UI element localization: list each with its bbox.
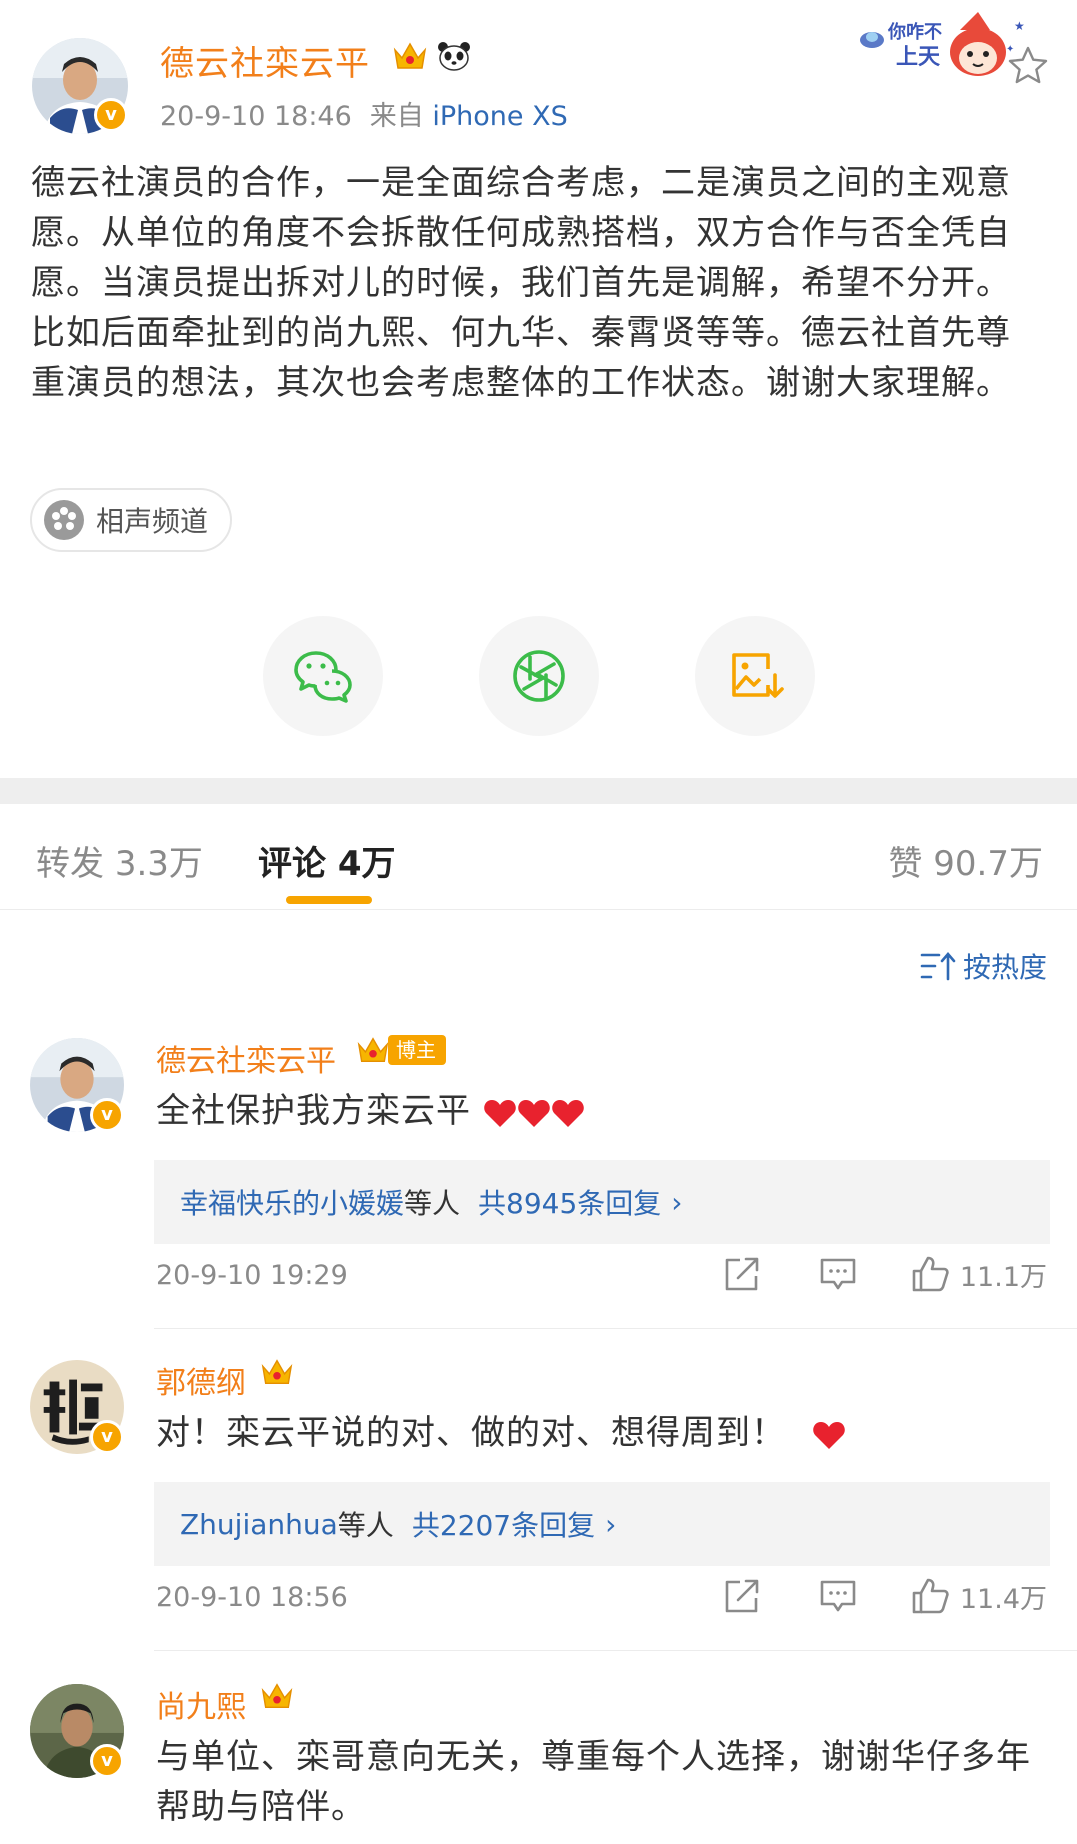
interaction-tabs: 转发 3.3万 评论 4万 赞 90.7万: [0, 804, 1077, 910]
panda-emoji-icon: [438, 42, 470, 71]
post-meta: 20-9-10 18:46 来自 iPhone XS: [160, 94, 568, 133]
repost-icon[interactable]: [722, 1576, 762, 1616]
comment-text-content: 对！栾云平说的对、做的对、想得周到！: [156, 1413, 786, 1453]
thumbs-up-icon: [912, 1578, 949, 1614]
comment-actions: 11.4万: [722, 1576, 1047, 1616]
sort-by-heat-button[interactable]: 按热度: [919, 946, 1047, 986]
like-button[interactable]: 11.4万: [910, 1576, 1047, 1616]
verified-badge-icon: v: [90, 1098, 124, 1132]
sort-icon: [920, 952, 956, 981]
comment-text: 与单位、栾哥意向无关，尊重每个人选择，谢谢华仔多年帮助与陪伴。: [156, 1737, 1031, 1827]
like-button[interactable]: 11.1万: [910, 1254, 1047, 1294]
reply-count[interactable]: 共8945条回复: [478, 1182, 661, 1222]
post-device-link[interactable]: iPhone XS: [432, 101, 567, 132]
commenter-badges: [260, 1356, 294, 1388]
vip-crown-icon: [393, 42, 427, 69]
tab-repost-label: 转发: [36, 844, 104, 884]
tab-likes-count: 90.7万: [933, 844, 1043, 884]
save-image-icon: [732, 653, 784, 698]
topic-chip[interactable]: 相声频道: [30, 488, 233, 552]
commenter-name[interactable]: 德云社栾云平: [156, 1036, 336, 1080]
sticker-text-bottom: 上天: [896, 45, 941, 70]
favorite-star-icon[interactable]: [1006, 44, 1050, 88]
sort-label: 按热度: [962, 951, 1047, 984]
save-image-button[interactable]: [695, 616, 815, 736]
like-count: 11.4万: [959, 1583, 1047, 1615]
like-count: 11.1万: [959, 1261, 1047, 1293]
share-row: [0, 616, 1077, 740]
chevron-right-icon: ›: [605, 1507, 617, 1541]
comment-divider: [154, 1328, 1077, 1329]
reply-etc: 等人: [404, 1187, 461, 1220]
red-heart-emoji-icon: [552, 1099, 584, 1127]
wechat-icon: [294, 651, 352, 703]
verified-badge-icon: v: [90, 1420, 124, 1454]
tab-likes[interactable]: 赞 90.7万: [888, 836, 1043, 885]
comment-actions: 11.1万: [722, 1254, 1047, 1294]
tab-likes-label: 赞: [888, 844, 923, 884]
reply-preview[interactable]: Zhujianhua 等人 共2207条回复 ›: [154, 1482, 1050, 1566]
comment-bubble-icon[interactable]: [818, 1254, 858, 1294]
reply-preview[interactable]: 幸福快乐的小媛媛 等人 共8945条回复 ›: [154, 1160, 1050, 1244]
share-moments-button[interactable]: [479, 616, 599, 736]
sort-bar: 按热度: [0, 910, 1077, 1010]
red-heart-emoji-icon: [518, 1099, 550, 1127]
vip-crown-icon: [261, 1359, 293, 1385]
reply-users[interactable]: Zhujianhua: [180, 1508, 338, 1541]
comment-time: 20-9-10 19:29: [156, 1260, 348, 1291]
blogger-badge: 博主: [388, 1035, 446, 1065]
reply-count[interactable]: 共2207条回复: [412, 1504, 595, 1544]
red-heart-emoji-icon: [484, 1099, 516, 1127]
verified-badge-icon: v: [94, 98, 128, 132]
sticker-text-top: 你咋不: [887, 21, 942, 43]
commenter-badges: 博主: [356, 1034, 446, 1066]
comment-item: v 郭德纲 对！栾云平说的对、做的对、想得周到！ Zhujianhua 等人 共…: [0, 1352, 1077, 1652]
comment-text-content: 全社保护我方栾云平: [156, 1091, 471, 1131]
tab-comments[interactable]: 评论 4万: [258, 836, 396, 885]
post-source-prefix: 来自: [369, 101, 424, 132]
post-timestamp: 20-9-10 18:46: [160, 101, 352, 132]
comment-text: 对！栾云平说的对、做的对、想得周到！: [156, 1408, 1036, 1458]
active-tab-indicator: [286, 896, 372, 904]
moments-icon: [513, 650, 565, 702]
comment-divider: [154, 1650, 1077, 1651]
reply-etc: 等人: [337, 1509, 394, 1542]
chevron-right-icon: ›: [671, 1185, 683, 1219]
topic-chip-label: 相声频道: [96, 505, 209, 538]
verified-badge-icon: v: [90, 1744, 124, 1778]
vip-crown-icon: [261, 1683, 293, 1709]
topic-flower-icon: [44, 500, 84, 540]
repost-icon[interactable]: [722, 1254, 762, 1294]
comment-text: 全社保护我方栾云平: [156, 1086, 1036, 1136]
svg-text:★: ★: [1014, 19, 1025, 33]
post-author-name[interactable]: 德云社栾云平: [160, 36, 370, 85]
tab-comments-label: 评论: [258, 844, 326, 884]
share-wechat-button[interactable]: [263, 616, 383, 736]
post-body-text: 德云社演员的合作，一是全面综合考虑，二是演员之间的主观意愿。从单位的角度不会拆散…: [31, 163, 1011, 403]
tab-comments-count: 4万: [337, 844, 396, 884]
tab-repost-count: 3.3万: [114, 844, 203, 884]
comment-item: v 尚九熙 与单位、栾哥意向无关，尊重每个人选择，谢谢华仔多年帮助与陪伴。: [0, 1676, 1077, 1844]
thumbs-up-icon: [912, 1256, 949, 1292]
weibo-post: v 德云社栾云平 20-9-10 18:46 来自 iPhone XS 你咋不 上…: [0, 0, 1077, 778]
vip-crown-icon: [357, 1037, 389, 1063]
reply-users[interactable]: 幸福快乐的小媛媛: [180, 1182, 404, 1222]
comment-time: 20-9-10 18:56: [156, 1582, 348, 1613]
tab-repost[interactable]: 转发 3.3万: [36, 836, 203, 885]
commenter-name[interactable]: 尚九熙: [156, 1682, 246, 1726]
commenter-badges: [260, 1680, 294, 1712]
comment-item: v 德云社栾云平 博主 全社保护我方栾云平 幸福快乐的小媛媛 等人 共8945条…: [0, 1030, 1077, 1330]
commenter-name[interactable]: 郭德纲: [156, 1358, 246, 1402]
comment-bubble-icon[interactable]: [818, 1576, 858, 1616]
section-divider: [0, 778, 1077, 804]
red-heart-emoji-icon: [813, 1421, 845, 1449]
